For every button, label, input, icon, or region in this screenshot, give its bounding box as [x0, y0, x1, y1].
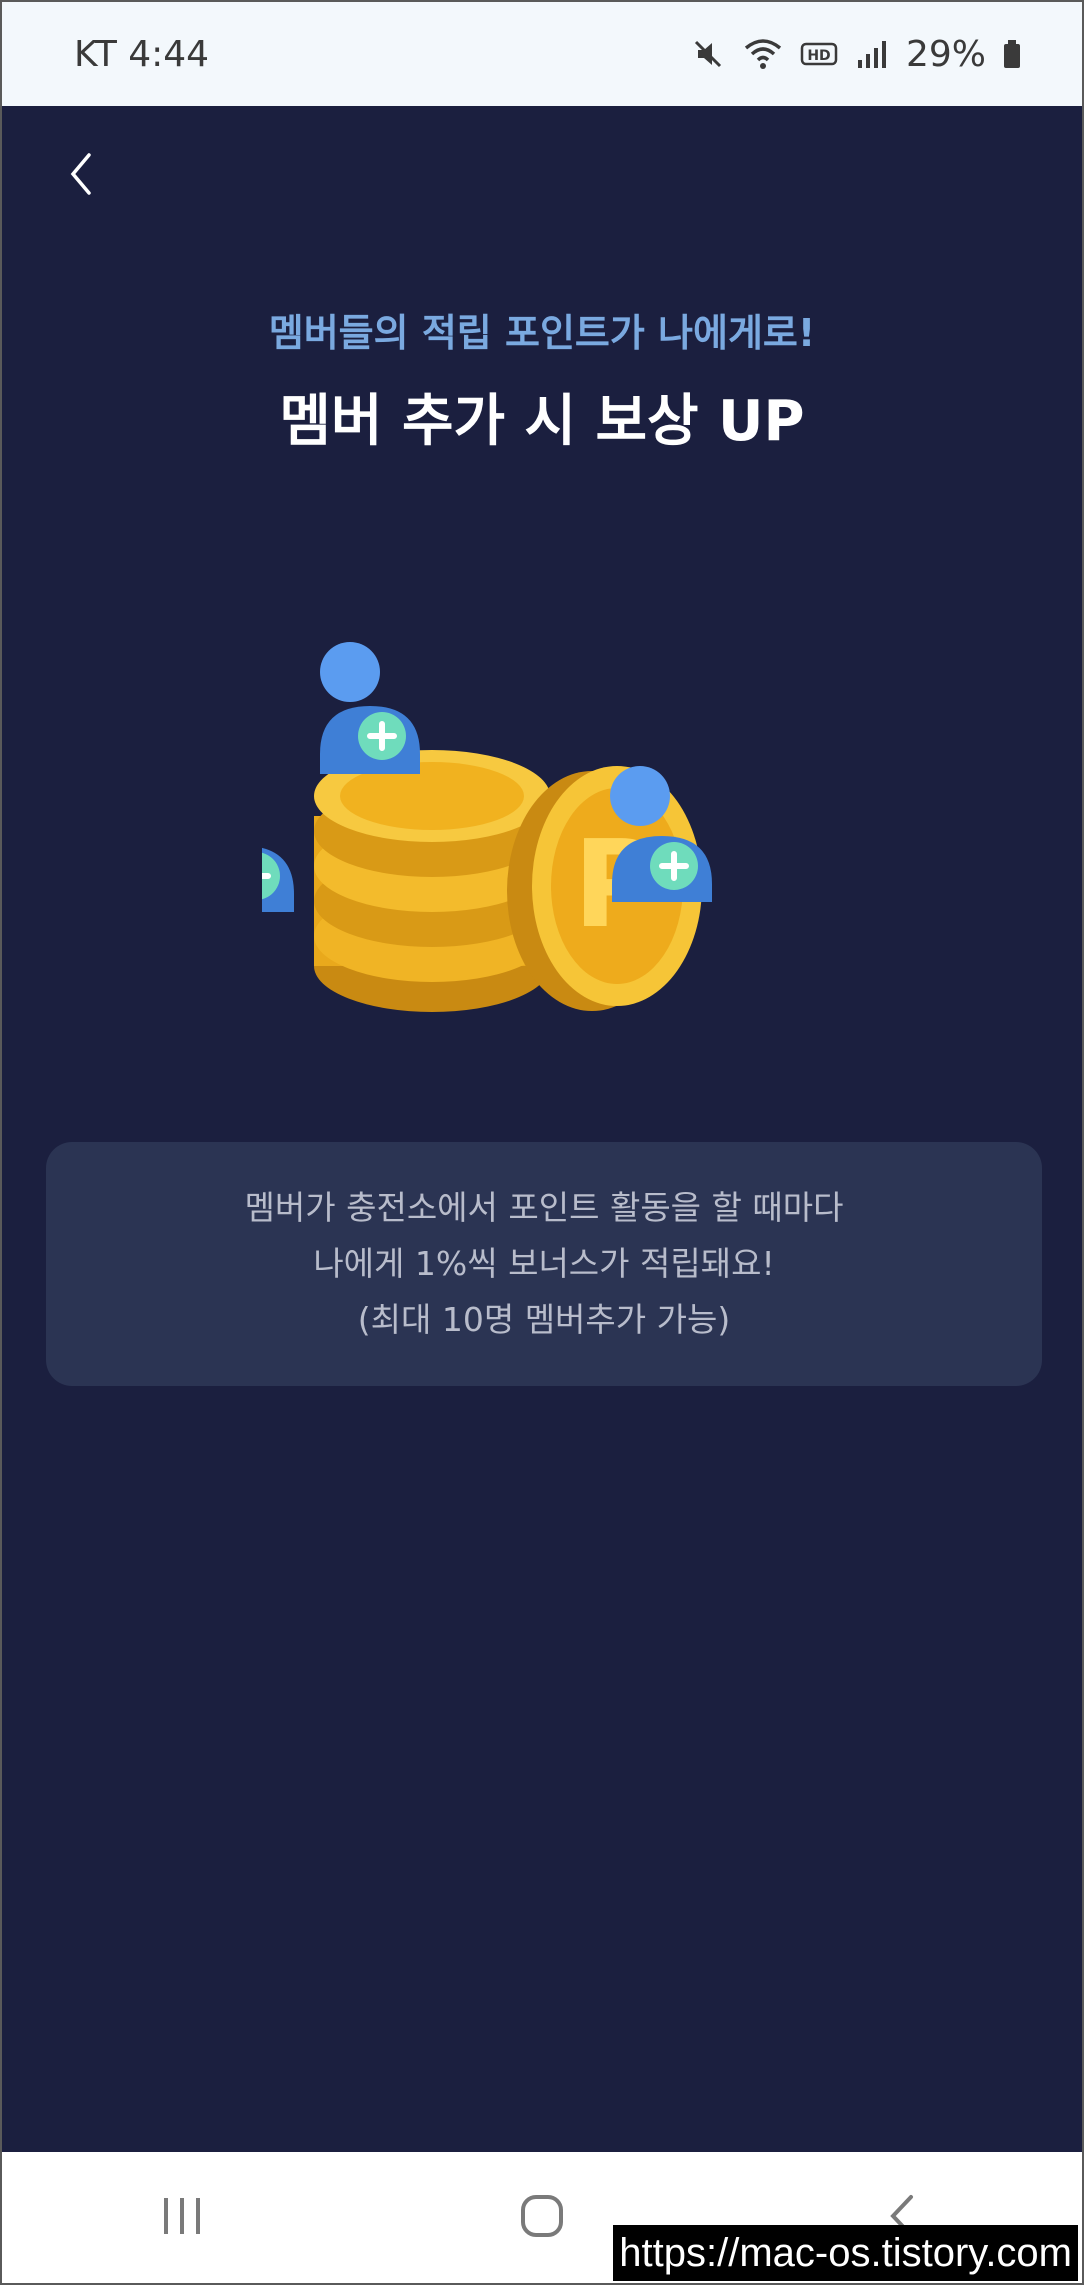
- status-icons: HD 29%: [690, 34, 1022, 75]
- mute-icon: [690, 36, 726, 72]
- carrier-time: KT 4:44: [74, 33, 210, 75]
- status-bar: KT 4:44 HD 29%: [2, 2, 1082, 106]
- info-box: 멤버가 충전소에서 포인트 활동을 할 때마다 나에게 1%씩 보너스가 적립돼…: [46, 1142, 1042, 1386]
- back-button[interactable]: [50, 146, 110, 206]
- subtitle: 멤버들의 적립 포인트가 나에게로!: [268, 311, 816, 355]
- page-title: 멤버 추가 시 보상 UP: [279, 389, 805, 454]
- svg-text:HD: HD: [807, 48, 830, 64]
- signal-icon: [856, 36, 890, 72]
- battery-percent: 29%: [905, 33, 986, 75]
- chevron-left-icon: [65, 149, 95, 203]
- add-member-icon-top: [320, 642, 420, 774]
- phone-screen: KT 4:44 HD 29% 멤버들의 적립 포인트가 나에게로! 멤버 추가 …: [0, 0, 1084, 2285]
- info-line-2: 나에게 1%씩 보너스가 적립돼요!: [313, 1244, 775, 1283]
- recent-apps-icon: [160, 2196, 204, 2240]
- watermark: https://mac-os.tistory.com: [613, 2225, 1078, 2281]
- info-line-3: (최대 10명 멤버추가 가능): [357, 1300, 731, 1339]
- home-button[interactable]: [482, 2178, 602, 2258]
- info-line-1: 멤버가 충전소에서 포인트 활동을 할 때마다: [244, 1188, 844, 1227]
- member-coin-illustration: P: [192, 636, 822, 1076]
- hd-icon: HD: [800, 36, 840, 72]
- home-icon: [519, 2193, 565, 2243]
- wifi-icon: [742, 36, 784, 72]
- battery-icon: [1002, 36, 1022, 72]
- member-reward-screen: 멤버들의 적립 포인트가 나에게로! 멤버 추가 시 보상 UP 멤버가 충전소…: [2, 106, 1082, 2156]
- add-member-icon-left: [192, 776, 294, 912]
- recent-apps-button[interactable]: [122, 2178, 242, 2258]
